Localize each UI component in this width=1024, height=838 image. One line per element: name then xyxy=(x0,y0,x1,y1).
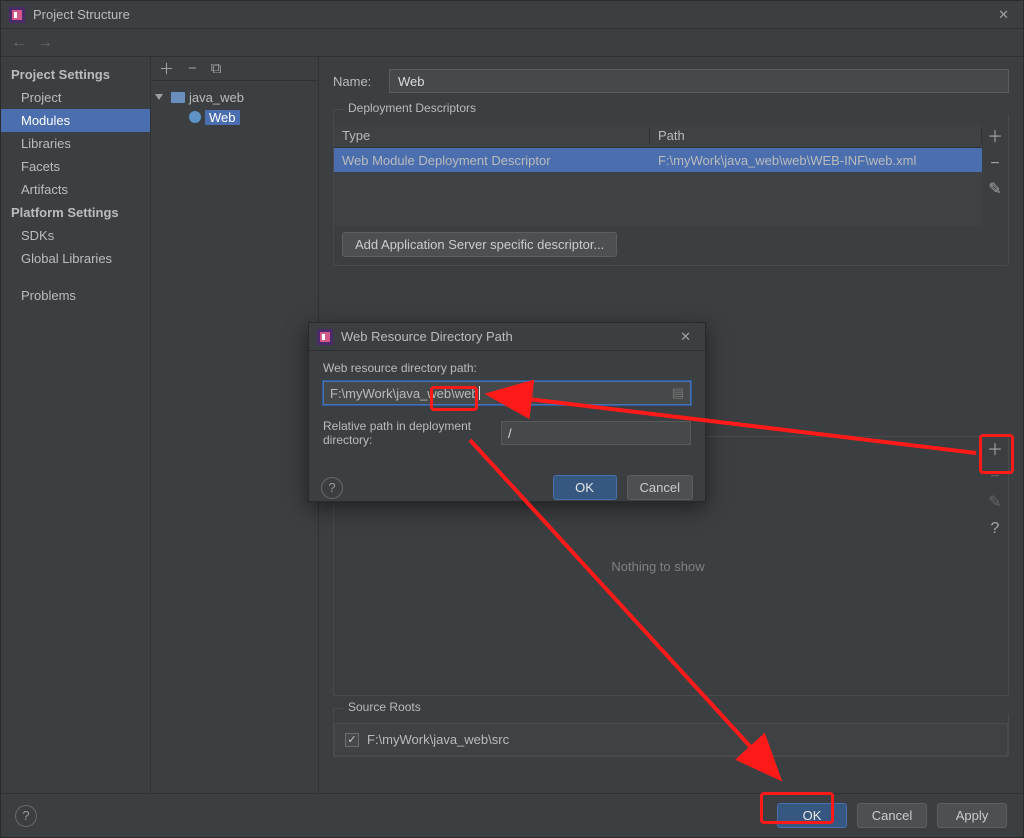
web-resource-path-dialog: Web Resource Directory Path ✕ Web resour… xyxy=(308,322,706,502)
dialog-body: Web resource directory path: F:\myWork\j… xyxy=(309,351,705,467)
ok-button[interactable]: OK xyxy=(777,803,847,828)
dialog-close-icon[interactable]: ✕ xyxy=(674,327,697,347)
descriptors-legend: Deployment Descriptors xyxy=(344,101,1018,115)
dialog-help-button[interactable]: ? xyxy=(321,477,343,499)
add-descriptor-button[interactable]: Add Application Server specific descript… xyxy=(342,232,617,257)
toolbar-nav: ← → xyxy=(1,29,1023,57)
rel-path-input[interactable] xyxy=(501,421,691,445)
tree-node-root[interactable]: java_web xyxy=(155,87,314,107)
deployment-descriptors-fieldset: Deployment Descriptors Type Path Web Mod… xyxy=(333,109,1009,266)
nothing-to-show: Nothing to show xyxy=(611,559,704,574)
source-roots-fieldset: Source Roots F:\myWork\java_web\src xyxy=(333,708,1009,757)
copy-module-icon[interactable]: ⧉ xyxy=(211,60,222,77)
add-module-icon[interactable]: ＋ xyxy=(159,58,174,79)
sidebar-item-modules[interactable]: Modules xyxy=(1,109,150,132)
descriptor-side-tools: ＋ − ✎ xyxy=(982,124,1008,265)
rel-label: Relative path in deployment directory: xyxy=(323,419,491,447)
source-roots-legend: Source Roots xyxy=(344,700,1018,714)
sidebar-item-facets[interactable]: Facets xyxy=(1,155,150,178)
caret xyxy=(479,386,480,400)
sidebar-item-libraries[interactable]: Libraries xyxy=(1,132,150,155)
modules-tree-pane: ＋ − ⧉ java_web Web xyxy=(151,57,319,793)
back-icon[interactable]: ← xyxy=(11,34,27,52)
close-icon[interactable]: ✕ xyxy=(992,5,1015,25)
browse-icon[interactable]: ▤ xyxy=(672,385,684,401)
section-platform-settings: Platform Settings xyxy=(1,201,150,224)
folder-icon xyxy=(171,92,185,103)
tree-toolbar: ＋ − ⧉ xyxy=(151,57,318,81)
dialog-cancel-button[interactable]: Cancel xyxy=(627,475,693,500)
path-label: Web resource directory path: xyxy=(323,361,691,375)
tree-node-web[interactable]: Web xyxy=(155,107,314,127)
path-value: F:\myWork\java_web\web xyxy=(330,386,479,401)
col-type: Type xyxy=(334,128,650,143)
help-button[interactable]: ? xyxy=(15,805,37,827)
sidebar-item-global-libraries[interactable]: Global Libraries xyxy=(1,247,150,270)
module-tree: java_web Web xyxy=(151,81,318,133)
cell-type: Web Module Deployment Descriptor xyxy=(334,153,650,168)
sidebar: Project Settings Project Modules Librari… xyxy=(1,57,151,793)
web-icon xyxy=(189,111,201,123)
cell-path: F:\myWork\java_web\web\WEB-INF\web.xml xyxy=(650,153,982,168)
descriptor-row[interactable]: Web Module Deployment Descriptor F:\myWo… xyxy=(334,148,982,172)
path-input[interactable]: F:\myWork\java_web\web ▤ xyxy=(323,381,691,405)
descriptor-header: Type Path xyxy=(334,124,982,148)
dialog-footer: ? OK Cancel xyxy=(309,467,705,508)
dialog-footer: ? OK Cancel Apply xyxy=(1,793,1023,837)
apply-button[interactable]: Apply xyxy=(937,803,1007,828)
sidebar-item-sdks[interactable]: SDKs xyxy=(1,224,150,247)
forward-icon[interactable]: → xyxy=(37,34,53,52)
help-icon[interactable]: ? xyxy=(985,519,1005,539)
app-icon xyxy=(317,329,333,345)
resource-side-tools: ＋ − ✎ ? xyxy=(982,437,1008,695)
pencil-icon[interactable]: ✎ xyxy=(985,180,1005,200)
source-root-path: F:\myWork\java_web\src xyxy=(367,732,509,747)
cancel-button[interactable]: Cancel xyxy=(857,803,927,828)
col-path: Path xyxy=(650,128,982,143)
dialog-ok-button[interactable]: OK xyxy=(553,475,617,500)
source-root-checkbox[interactable] xyxy=(345,733,359,747)
sidebar-item-problems[interactable]: Problems xyxy=(1,284,150,307)
remove-module-icon[interactable]: − xyxy=(188,60,197,77)
expand-icon[interactable] xyxy=(155,94,163,100)
plus-icon[interactable]: ＋ xyxy=(985,128,1005,148)
minus-icon[interactable]: − xyxy=(985,154,1005,174)
pencil-icon: ✎ xyxy=(985,493,1005,513)
sidebar-item-artifacts[interactable]: Artifacts xyxy=(1,178,150,201)
tree-label-selected: Web xyxy=(205,110,240,125)
window-title: Project Structure xyxy=(33,7,992,22)
name-row: Name: xyxy=(333,69,1009,93)
name-label: Name: xyxy=(333,74,379,89)
minus-icon: − xyxy=(985,467,1005,487)
section-project-settings: Project Settings xyxy=(1,63,150,86)
app-icon xyxy=(9,7,25,23)
name-field[interactable] xyxy=(389,69,1009,93)
plus-icon[interactable]: ＋ xyxy=(985,441,1005,461)
tree-label: java_web xyxy=(189,90,244,105)
dialog-titlebar: Web Resource Directory Path ✕ xyxy=(309,323,705,351)
sidebar-item-project[interactable]: Project xyxy=(1,86,150,109)
dialog-title: Web Resource Directory Path xyxy=(341,329,674,344)
source-root-row[interactable]: F:\myWork\java_web\src xyxy=(334,723,1008,756)
titlebar: Project Structure ✕ xyxy=(1,1,1023,29)
